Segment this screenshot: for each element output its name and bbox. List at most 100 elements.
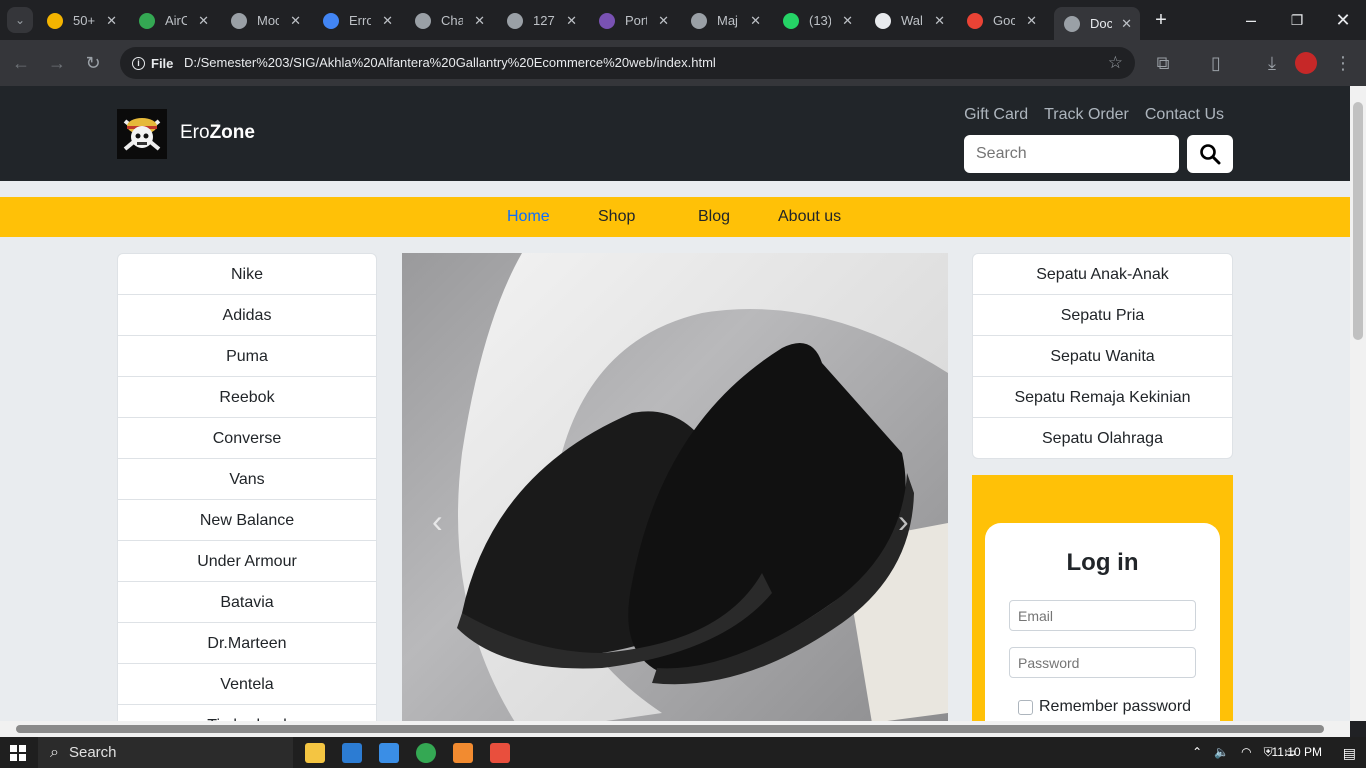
browser-tab[interactable]: AirC ✕ bbox=[129, 7, 217, 34]
tab-close-icon[interactable]: ✕ bbox=[842, 13, 853, 29]
browser-tab[interactable]: 127 ✕ bbox=[497, 7, 585, 34]
tab-close-icon[interactable]: ✕ bbox=[934, 13, 945, 29]
brand-list-item[interactable]: New Balance bbox=[118, 500, 376, 541]
brand-list-item[interactable]: Under Armour bbox=[118, 541, 376, 582]
menu-kebab-icon[interactable]: ⋮ bbox=[1330, 50, 1356, 76]
tab-close-icon[interactable]: ✕ bbox=[566, 13, 577, 29]
nav-about-us[interactable]: About us bbox=[778, 208, 841, 226]
browser-tab[interactable]: Port ✕ bbox=[589, 7, 677, 34]
browser-tab[interactable]: Maj ✕ bbox=[681, 7, 769, 34]
site-info-chip[interactable]: i File bbox=[128, 52, 181, 74]
browser-tab[interactable]: Doc ✕ bbox=[1054, 7, 1140, 40]
chrome-icon[interactable] bbox=[416, 743, 436, 763]
new-tab-button[interactable]: + bbox=[1148, 7, 1174, 33]
category-list-item[interactable]: Sepatu Wanita bbox=[973, 336, 1232, 377]
browser-tab[interactable]: Moc ✕ bbox=[221, 7, 309, 34]
close-window-button[interactable]: ✕ bbox=[1330, 7, 1356, 33]
bookmark-star-icon[interactable]: ☆ bbox=[1108, 53, 1123, 73]
browser-tab[interactable]: Erro ✕ bbox=[313, 7, 401, 34]
taskbar-search[interactable]: ⌕ Search bbox=[38, 737, 293, 768]
reload-button[interactable]: ↻ bbox=[80, 50, 106, 76]
browser-tab[interactable]: Goc ✕ bbox=[957, 7, 1045, 34]
browser-tab[interactable]: Cha ✕ bbox=[405, 7, 493, 34]
tab-close-icon[interactable]: ✕ bbox=[382, 13, 393, 29]
gift-card-link[interactable]: Gift Card bbox=[964, 106, 1028, 124]
xampp-icon[interactable] bbox=[453, 743, 473, 763]
tab-close-icon[interactable]: ✕ bbox=[1026, 13, 1037, 29]
site-logo[interactable] bbox=[117, 109, 167, 159]
remember-checkbox[interactable] bbox=[1018, 699, 1033, 715]
email-field[interactable] bbox=[1009, 600, 1196, 631]
site-info-label: File bbox=[151, 55, 174, 71]
brand-list-item[interactable]: Ventela bbox=[118, 664, 376, 705]
tab-favicon-icon bbox=[1064, 15, 1080, 32]
brand-list-item[interactable]: Nike bbox=[118, 254, 376, 295]
tab-title: Goc bbox=[993, 13, 1015, 28]
brand-list-item[interactable]: Adidas bbox=[118, 295, 376, 336]
taskbar-clock[interactable]: 11:10 PM bbox=[1272, 745, 1322, 759]
brand-list-item[interactable]: Converse bbox=[118, 418, 376, 459]
address-bar[interactable]: i File D:/Semester%203/SIG/Akhla%20Alfan… bbox=[120, 47, 1135, 79]
tab-close-icon[interactable]: ✕ bbox=[290, 13, 301, 29]
horizontal-scrollbar[interactable] bbox=[0, 721, 1350, 737]
category-list-item[interactable]: Sepatu Pria bbox=[973, 295, 1232, 336]
brand-list-item[interactable]: Timberland bbox=[118, 705, 376, 721]
browser-tab[interactable]: (13) ✕ bbox=[773, 7, 861, 34]
minimize-window-button[interactable]: – bbox=[1238, 7, 1264, 33]
search-button[interactable] bbox=[1187, 135, 1233, 173]
notification-icon[interactable]: ▤ bbox=[1343, 745, 1356, 762]
reading-mode-icon[interactable]: ▯ bbox=[1203, 50, 1229, 76]
volume-icon[interactable]: 🔈 bbox=[1214, 745, 1229, 760]
nav-shop[interactable]: Shop bbox=[598, 208, 635, 226]
tab-title: 50+ bbox=[73, 13, 95, 28]
horizontal-scroll-thumb[interactable] bbox=[16, 725, 1324, 733]
file-explorer-icon[interactable] bbox=[305, 743, 325, 763]
vertical-scrollbar[interactable] bbox=[1350, 86, 1366, 721]
browser-tab[interactable]: Wal ✕ bbox=[865, 7, 953, 34]
tab-close-icon[interactable]: ✕ bbox=[474, 13, 485, 29]
vertical-scroll-thumb[interactable] bbox=[1353, 102, 1363, 340]
browser-tab[interactable]: 50+ ✕ bbox=[37, 7, 125, 34]
profile-avatar[interactable] bbox=[1295, 52, 1317, 74]
password-field[interactable] bbox=[1009, 647, 1196, 678]
search-input[interactable] bbox=[964, 135, 1179, 173]
vscode-icon[interactable] bbox=[342, 743, 362, 763]
remember-password[interactable]: Remember password bbox=[1018, 698, 1191, 716]
back-button[interactable]: ← bbox=[8, 50, 34, 76]
main-nav: Home Shop Blog About us bbox=[0, 197, 1350, 237]
forward-button[interactable]: → bbox=[44, 50, 70, 76]
git-icon[interactable] bbox=[490, 743, 510, 763]
carousel-prev-icon[interactable]: ‹ bbox=[432, 503, 443, 540]
tab-title: 127 bbox=[533, 13, 555, 28]
brand-list-item[interactable]: Vans bbox=[118, 459, 376, 500]
site-brand[interactable]: EroZone bbox=[180, 122, 255, 144]
windows-start-icon[interactable] bbox=[10, 745, 26, 761]
nav-home[interactable]: Home bbox=[507, 208, 550, 226]
brand-list-item[interactable]: Dr.Marteen bbox=[118, 623, 376, 664]
download-icon[interactable]: ⤓ bbox=[1259, 50, 1285, 76]
contact-us-link[interactable]: Contact Us bbox=[1145, 106, 1224, 124]
brand-list-item[interactable]: Reebok bbox=[118, 377, 376, 418]
category-list-item[interactable]: Sepatu Olahraga bbox=[973, 418, 1232, 458]
url-text[interactable]: D:/Semester%203/SIG/Akhla%20Alfantera%20… bbox=[184, 55, 716, 70]
tab-close-icon[interactable]: ✕ bbox=[750, 13, 761, 29]
nav-blog[interactable]: Blog bbox=[698, 208, 730, 226]
wifi-icon[interactable]: ◠ bbox=[1241, 745, 1251, 760]
site-header: EroZone Gift Card Track Order Contact Us bbox=[0, 86, 1350, 181]
search-icon bbox=[1200, 144, 1221, 165]
category-list-item[interactable]: Sepatu Remaja Kekinian bbox=[973, 377, 1232, 418]
tab-close-icon[interactable]: ✕ bbox=[106, 13, 117, 29]
extensions-icon[interactable]: ⧉ bbox=[1150, 50, 1176, 76]
mail-icon[interactable] bbox=[379, 743, 399, 763]
track-order-link[interactable]: Track Order bbox=[1044, 106, 1129, 124]
tab-close-icon[interactable]: ✕ bbox=[1121, 16, 1132, 32]
brand-list-item[interactable]: Puma bbox=[118, 336, 376, 377]
tab-search-chevron-icon[interactable]: ⌄ bbox=[7, 7, 33, 33]
category-list-item[interactable]: Sepatu Anak-Anak bbox=[973, 254, 1232, 295]
tab-close-icon[interactable]: ✕ bbox=[198, 13, 209, 29]
brand-list-item[interactable]: Batavia bbox=[118, 582, 376, 623]
carousel-next-icon[interactable]: › bbox=[898, 503, 909, 540]
restore-window-button[interactable]: ❐ bbox=[1284, 7, 1310, 33]
tray-chevron-icon[interactable]: ⌃ bbox=[1192, 745, 1202, 760]
tab-close-icon[interactable]: ✕ bbox=[658, 13, 669, 29]
